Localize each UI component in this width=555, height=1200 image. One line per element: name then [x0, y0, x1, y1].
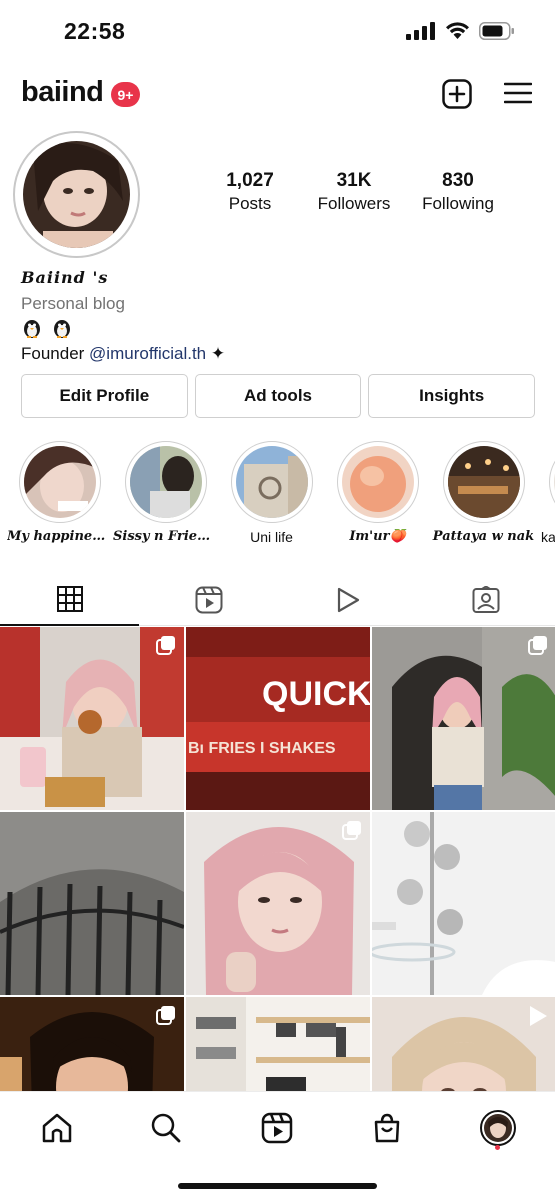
tab-videos[interactable]: [278, 574, 417, 626]
followers-stat[interactable]: 31K Followers: [299, 170, 409, 214]
post-thumbnail[interactable]: QUICK Bı FRIES I SHAKES: [186, 627, 370, 810]
battery-icon: [479, 22, 514, 40]
shopping-bag-icon: [374, 1113, 400, 1143]
post-sign-text: QUICK: [262, 675, 370, 713]
status-time: 22:58: [64, 18, 126, 44]
nav-profile[interactable]: [478, 1108, 518, 1148]
notification-badge[interactable]: 9+: [111, 82, 140, 107]
nav-home[interactable]: [37, 1108, 77, 1148]
insights-button[interactable]: Insights: [368, 374, 536, 418]
tab-tagged[interactable]: [416, 574, 555, 626]
nav-reels[interactable]: [257, 1108, 297, 1148]
profile-bio: Baiind 's Personal blog 🐧 🐧 Founder @imu…: [21, 268, 541, 364]
signal-icon: [406, 22, 435, 40]
post-thumbnail[interactable]: [372, 997, 555, 1091]
post-thumbnail[interactable]: [186, 997, 370, 1091]
edit-profile-button[interactable]: Edit Profile: [21, 374, 188, 418]
founder-prefix: Founder: [21, 344, 90, 363]
highlight-item[interactable]: Im'ur🍑: [325, 441, 430, 544]
sparkle-icon: ✦: [206, 344, 226, 363]
nav-search[interactable]: [146, 1108, 186, 1148]
username-switcher[interactable]: baiind: [21, 76, 104, 109]
new-post-button[interactable]: [442, 79, 472, 114]
following-stat[interactable]: 830 Following: [403, 170, 513, 214]
highlight-label: Pattaya w nak: [432, 529, 535, 544]
tab-posts-grid[interactable]: [0, 574, 139, 626]
notification-dot: [495, 1145, 500, 1150]
posts-stat[interactable]: 1,027 Posts: [195, 170, 305, 214]
ad-tools-button[interactable]: Ad tools: [194, 374, 362, 418]
posts-count: 1,027: [226, 170, 274, 191]
profile-tabs: [0, 574, 555, 626]
home-indicator: [178, 1183, 377, 1189]
highlight-cover: [235, 446, 308, 518]
carousel-icon: [156, 1006, 175, 1025]
status-bar: 22:58: [0, 0, 555, 64]
story-highlights: My happines... Sissy n Friends Uni life …: [0, 441, 555, 556]
following-label: Following: [422, 194, 494, 213]
bio-emoji-line: 🐧 🐧: [21, 318, 541, 340]
bottom-navigation: [0, 1091, 555, 1161]
penguin-icon: [24, 320, 40, 338]
highlight-cover: [341, 446, 414, 518]
highlight-label: Sissy n Friends: [113, 529, 218, 544]
grid-icon: [56, 586, 83, 612]
carousel-icon: [528, 636, 547, 655]
tagged-icon: [472, 586, 499, 613]
reel-play-icon: [530, 1006, 547, 1026]
followers-label: Followers: [317, 194, 391, 213]
highlight-item[interactable]: Sissy n Friends: [113, 441, 218, 544]
highlight-item[interactable]: Uni life: [219, 441, 324, 545]
posts-grid: QUICK Bı FRIES I SHAKES: [0, 627, 555, 1091]
post-thumbnail[interactable]: [372, 812, 555, 995]
followers-count: 31K: [336, 170, 372, 191]
video-icon: [337, 587, 359, 613]
highlight-cover: [129, 446, 202, 518]
display-name: Baiind 's: [21, 268, 109, 287]
post-sign-subtext: Bı FRIES I SHAKES: [188, 740, 336, 757]
tab-reels[interactable]: [139, 574, 278, 626]
post-thumbnail[interactable]: [0, 997, 184, 1091]
highlight-item[interactable]: My happines...: [7, 441, 112, 544]
post-thumbnail[interactable]: [186, 812, 370, 995]
search-icon: [151, 1113, 181, 1143]
highlight-label: ka: [541, 529, 555, 545]
highlight-cover: [23, 446, 96, 518]
post-thumbnail[interactable]: [372, 627, 555, 810]
post-thumbnail[interactable]: [0, 812, 184, 995]
highlight-item[interactable]: Pattaya w nak: [431, 441, 536, 544]
avatar-photo: [23, 141, 130, 248]
reels-icon: [261, 1112, 293, 1144]
category-label: Personal blog: [21, 294, 125, 313]
highlight-item[interactable]: ka: [537, 441, 555, 545]
menu-button[interactable]: [503, 81, 533, 110]
plus-square-icon: [442, 79, 472, 109]
wifi-icon: [446, 22, 469, 39]
founder-line: Founder @imurofficial.th ✦: [21, 344, 541, 364]
highlight-cover: [447, 446, 520, 518]
hamburger-icon: [503, 82, 533, 104]
penguin-icon: [54, 320, 71, 338]
home-icon: [42, 1113, 72, 1143]
profile-actions: Edit Profile Ad tools Insights: [21, 374, 536, 418]
profile-header: baiind 9+: [0, 70, 555, 118]
founder-mention-link[interactable]: @imurofficial.th: [89, 344, 206, 363]
status-icons: [406, 22, 515, 40]
carousel-icon: [156, 636, 175, 655]
post-thumbnail[interactable]: [0, 627, 184, 810]
posts-label: Posts: [228, 194, 272, 213]
following-count: 830: [442, 170, 474, 191]
profile-avatar-icon: [480, 1110, 516, 1146]
profile-avatar[interactable]: [13, 131, 140, 258]
nav-shop[interactable]: [367, 1108, 407, 1148]
highlight-label: Uni life: [250, 529, 293, 545]
highlight-label: Im'ur🍑: [349, 529, 406, 544]
reels-icon: [195, 586, 222, 614]
carousel-icon: [342, 821, 361, 840]
highlight-label: My happines...: [7, 529, 112, 544]
